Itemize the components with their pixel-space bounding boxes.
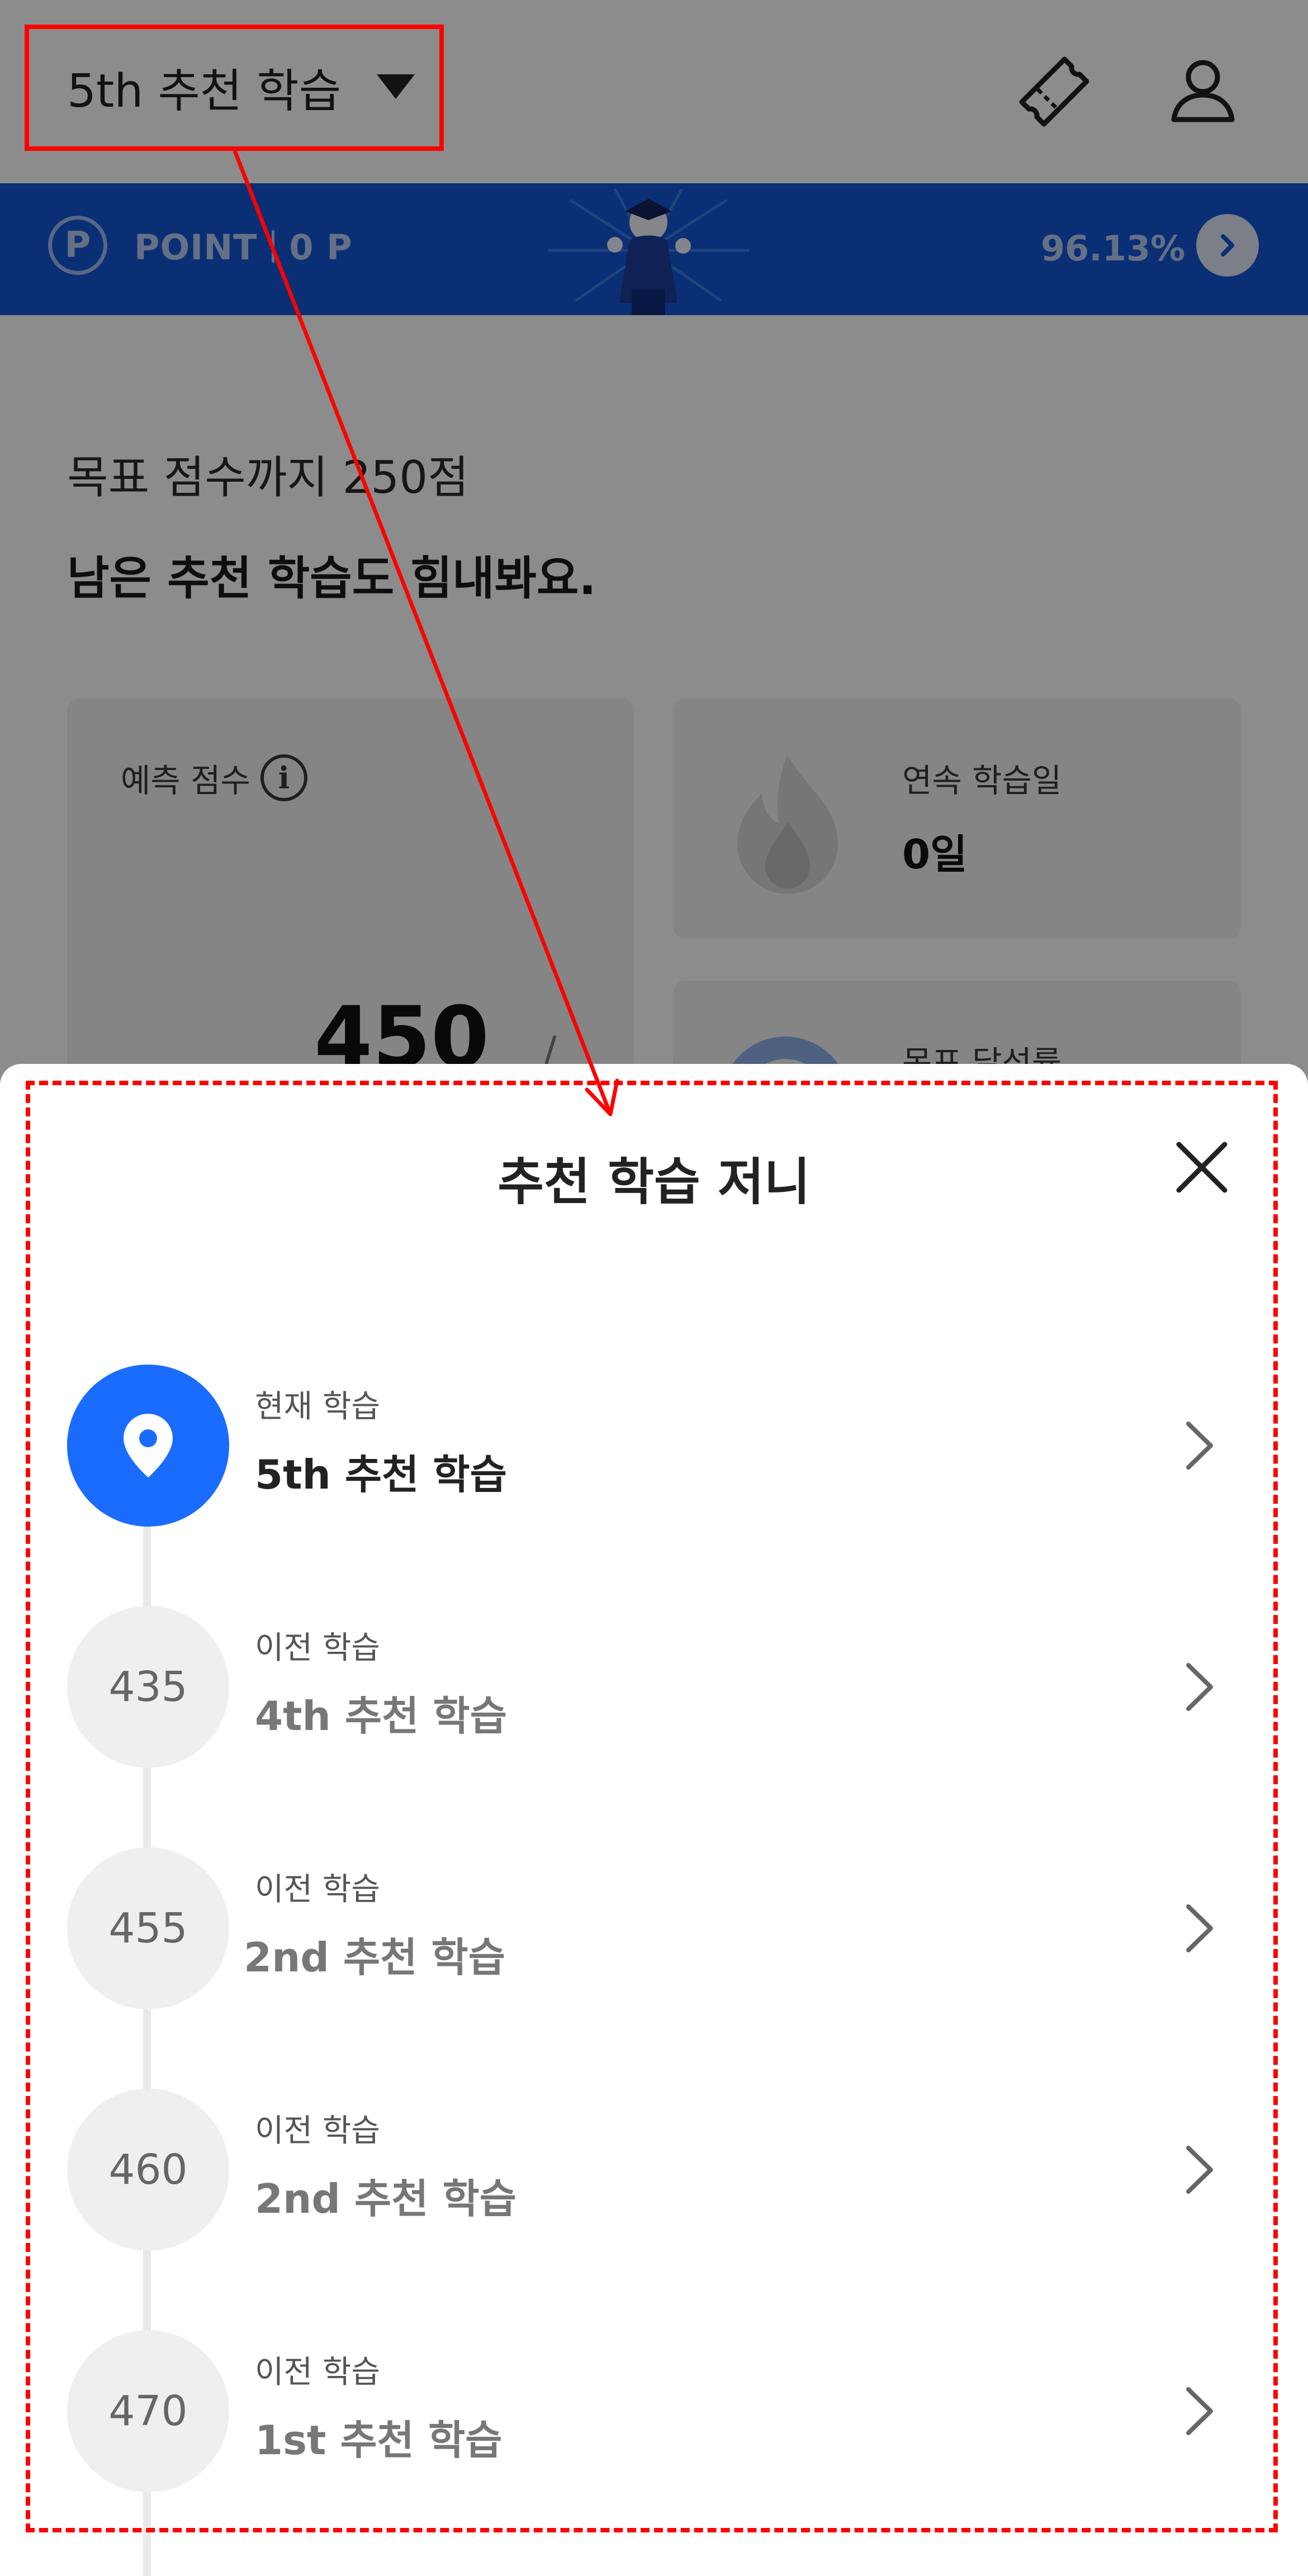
annotation-highlight-box	[25, 25, 444, 151]
app-screen: 5th 추천 학습 P POINT 0 P 96.13% 목표 점수까지 250…	[0, 0, 1308, 2576]
annotation-dashed-box	[26, 1081, 1278, 2532]
